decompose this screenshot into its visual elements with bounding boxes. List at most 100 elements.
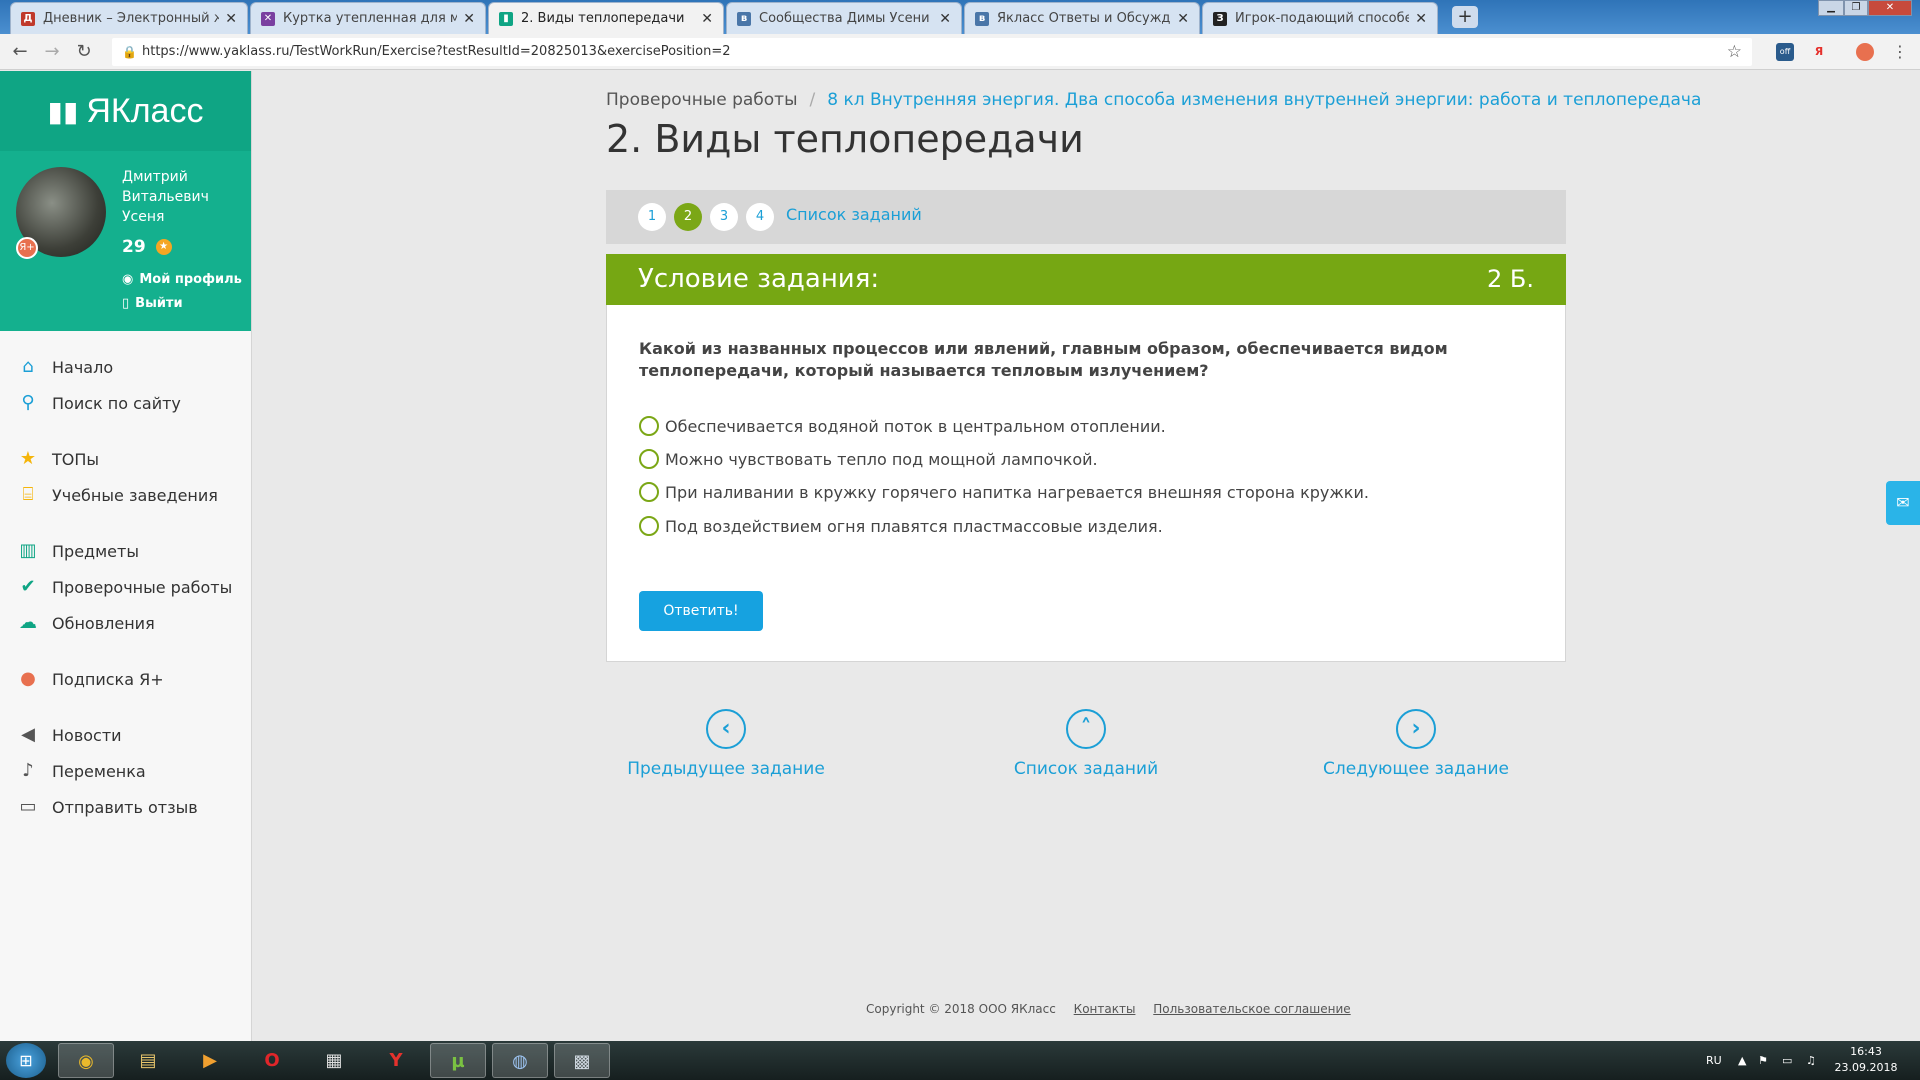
extension-off-icon[interactable]: off — [1776, 43, 1794, 61]
sidebar-item-subscription[interactable]: ● Подписка Я+ — [0, 661, 251, 697]
sidebar-menu: ⌂ Начало ⚲ Поиск по сайту ★ ТОПы ⌸ Учебн… — [0, 331, 251, 825]
bookmark-star-icon[interactable]: ☆ — [1727, 38, 1742, 66]
sidebar-item-tops[interactable]: ★ ТОПы — [0, 441, 251, 477]
task-list-pager-link[interactable]: ˄ Список заданий — [966, 709, 1206, 779]
close-icon[interactable]: ✕ — [701, 11, 713, 27]
radio-button[interactable] — [639, 516, 659, 536]
next-task-label: Следующее задание — [1323, 759, 1509, 779]
step-1[interactable]: 1 — [638, 203, 666, 231]
radio-button[interactable] — [639, 416, 659, 436]
user-score: 29 ★ — [122, 237, 172, 257]
sidebar-item-break[interactable]: ♪ Переменка — [0, 753, 251, 789]
network-icon[interactable]: ▭ — [1782, 1041, 1792, 1080]
diary-favicon-icon: Д — [21, 11, 35, 26]
breadcrumb-current[interactable]: 8 кл Внутренняя энергия. Два способа изм… — [827, 90, 1701, 110]
step-4[interactable]: 4 — [746, 203, 774, 231]
check-circle-icon: ✔ — [20, 576, 36, 597]
coin-icon: ★ — [155, 239, 172, 255]
address-bar[interactable]: 🔒 https://www.yaklass.ru/TestWorkRun/Exe… — [112, 38, 1752, 66]
browser-tab[interactable]: в Якласс Ответы и Обсуждения ✕ — [964, 2, 1200, 34]
task-list-link[interactable]: Список заданий — [786, 205, 922, 224]
new-tab-button[interactable]: + — [1452, 6, 1478, 28]
yaklass-favicon-icon: ▮ — [499, 11, 513, 26]
answer-button[interactable]: Ответить! — [639, 591, 763, 631]
breadcrumb-root[interactable]: Проверочные работы — [606, 90, 798, 110]
vk-favicon-icon: в — [737, 11, 751, 26]
sidebar-item-search[interactable]: ⚲ Поиск по сайту — [0, 385, 251, 421]
task-header-title: Условие задания: — [638, 264, 880, 294]
answer-option[interactable]: Обеспечивается водяной поток в центральн… — [639, 414, 1166, 438]
browser-toolbar: ← → ↻ 🔒 https://www.yaklass.ru/TestWorkR… — [0, 34, 1920, 70]
back-icon[interactable]: ← — [8, 40, 32, 64]
browser-tab[interactable]: Д Дневник – Электронный журн ✕ — [10, 2, 248, 34]
forward-icon[interactable]: → — [40, 40, 64, 64]
book-logo-icon: ▮▮ — [47, 95, 79, 127]
profile-avatar-icon[interactable] — [1856, 43, 1874, 61]
sidebar-item-feedback[interactable]: ▭ Отправить отзыв — [0, 789, 251, 825]
sidebar-item-news[interactable]: ◀ Новости — [0, 717, 251, 753]
option-label: При наливании в кружку горячего напитка … — [665, 482, 1369, 502]
reload-icon[interactable]: ↻ — [72, 40, 96, 64]
opera-taskbar-icon[interactable]: O — [244, 1043, 300, 1078]
tab-label: Дневник – Электронный журн — [43, 11, 219, 26]
prev-task-link[interactable]: ‹ Предыдущее задание — [606, 709, 846, 779]
megaphone-icon: ◀ — [21, 724, 35, 745]
mail-icon[interactable]: ✉ — [1886, 481, 1920, 525]
restore-icon[interactable]: ❐ — [1844, 0, 1868, 16]
windows-start-icon[interactable]: ⊞ — [6, 1043, 46, 1078]
radio-button[interactable] — [639, 449, 659, 469]
radio-button[interactable] — [639, 482, 659, 502]
chrome-taskbar-icon[interactable]: ◉ — [58, 1043, 114, 1078]
sidebar-item-home[interactable]: ⌂ Начало — [0, 349, 251, 385]
url-text: https://www.yaklass.ru/TestWorkRun/Exerc… — [142, 44, 731, 59]
browser-tab-active[interactable]: ▮ 2. Виды теплопередачи ✕ — [488, 2, 724, 34]
yandex-browser-taskbar-icon[interactable]: Y — [368, 1043, 424, 1078]
explorer-taskbar-icon[interactable]: ▤ — [120, 1043, 176, 1078]
next-task-link[interactable]: › Следующее задание — [1296, 709, 1536, 779]
subscription-icon: ● — [20, 668, 36, 689]
site-favicon-icon: З — [1213, 11, 1227, 26]
close-icon[interactable]: ✕ — [939, 11, 951, 27]
clock-date: 23.09.2018 — [1834, 1061, 1898, 1074]
close-icon[interactable]: ✕ — [1177, 11, 1189, 27]
language-indicator[interactable]: RU — [1706, 1041, 1722, 1080]
answer-option[interactable]: Под воздействием огня плавятся пластмасс… — [639, 514, 1163, 538]
answer-option[interactable]: Можно чувствовать тепло под мощной лампо… — [639, 447, 1098, 471]
site-logo[interactable]: ▮▮ ЯКласс — [0, 71, 251, 151]
sidebar: ▮▮ ЯКласс Я+ Дмитрий Витальевич Усеня 29… — [0, 71, 252, 1041]
sidebar-item-tests[interactable]: ✔ Проверочные работы — [0, 569, 251, 605]
sidebar-item-updates[interactable]: ☁ Обновления — [0, 605, 251, 641]
utorrent-taskbar-icon[interactable]: µ — [430, 1043, 486, 1078]
yandex-extension-icon[interactable]: Я — [1810, 43, 1828, 61]
my-profile-link[interactable]: ◉ Мой профиль — [122, 272, 242, 287]
contacts-link[interactable]: Контакты — [1074, 1002, 1136, 1016]
browser-tab[interactable]: в Сообщества Димы Усени ✕ — [726, 2, 962, 34]
close-icon[interactable]: ✕ — [1415, 11, 1427, 27]
user-agreement-link[interactable]: Пользовательское соглашение — [1153, 1002, 1350, 1016]
network-app-taskbar-icon[interactable]: ◍ — [492, 1043, 548, 1078]
sidebar-item-subjects[interactable]: ▥ Предметы — [0, 533, 251, 569]
volume-icon[interactable]: ♫ — [1806, 1041, 1816, 1080]
close-icon[interactable]: ✕ — [463, 11, 475, 27]
sidebar-item-label: Обновления — [52, 613, 155, 633]
system-clock[interactable]: 16:43 23.09.2018 — [1824, 1044, 1908, 1076]
menu-dots-icon[interactable]: ⋮ — [1888, 40, 1912, 64]
minimize-icon[interactable]: ▁ — [1818, 0, 1844, 16]
logout-link[interactable]: ▯ Выйти — [122, 296, 183, 311]
answer-option[interactable]: При наливании в кружку горячего напитка … — [639, 480, 1369, 504]
step-2-current[interactable]: 2 — [674, 203, 702, 231]
step-3[interactable]: 3 — [710, 203, 738, 231]
flag-icon[interactable]: ⚑ — [1758, 1041, 1768, 1080]
sidebar-item-schools[interactable]: ⌸ Учебные заведения — [0, 477, 251, 513]
browser-tab[interactable]: ✕ Куртка утепленная для мальчи ✕ — [250, 2, 486, 34]
browser-tab-strip: Д Дневник – Электронный журн ✕ ✕ Куртка … — [0, 0, 1920, 34]
media-player-taskbar-icon[interactable]: ▶ — [182, 1043, 238, 1078]
window-close-icon[interactable]: ✕ — [1868, 0, 1912, 16]
tray-arrow-icon[interactable]: ▲ — [1738, 1041, 1746, 1080]
close-icon[interactable]: ✕ — [225, 11, 237, 27]
calculator-taskbar-icon[interactable]: ▩ — [554, 1043, 610, 1078]
logo-text: ЯКласс — [86, 91, 204, 130]
video-player-taskbar-icon[interactable]: ▦ — [306, 1043, 362, 1078]
browser-tab[interactable]: З Игрок-подающий способен вы ✕ — [1202, 2, 1438, 34]
task-steps-bar: 1 2 3 4 Список заданий — [606, 190, 1566, 244]
